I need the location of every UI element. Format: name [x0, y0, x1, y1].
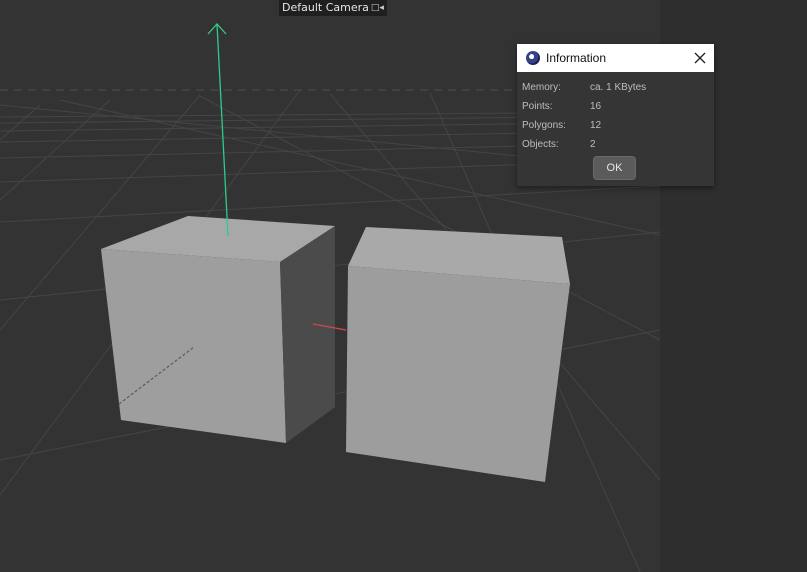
camera-icon: □◂: [370, 3, 384, 13]
ok-button[interactable]: OK: [593, 156, 636, 180]
cube-right-front-face: [346, 266, 570, 482]
info-label: Objects:: [522, 139, 559, 150]
info-value: 12: [590, 120, 602, 131]
cube-right[interactable]: [346, 227, 570, 482]
camera-label-text: Default Camera: [282, 1, 369, 14]
cube-left[interactable]: [101, 216, 335, 443]
cube-left-front-face: [101, 249, 286, 443]
info-label: Memory:: [522, 82, 561, 93]
info-label: Points:: [522, 101, 553, 112]
info-row-points: Points: 16: [522, 97, 714, 116]
info-label: Polygons:: [522, 120, 566, 131]
info-value: 2: [590, 139, 596, 150]
cube-left-side-face: [280, 226, 335, 443]
dialog-titlebar[interactable]: Information: [517, 44, 714, 72]
info-row-polygons: Polygons: 12: [522, 116, 714, 135]
information-dialog: Information Memory: ca. 1 KBytes Points:…: [517, 44, 714, 186]
cinema4d-logo-icon: [526, 51, 540, 65]
info-row-memory: Memory: ca. 1 KBytes: [522, 78, 714, 97]
dialog-body: Memory: ca. 1 KBytes Points: 16 Polygons…: [517, 72, 714, 154]
dialog-title: Information: [546, 51, 607, 65]
info-row-objects: Objects: 2: [522, 135, 714, 154]
y-axis-arrow[interactable]: [207, 23, 229, 237]
close-icon: [694, 52, 706, 64]
info-value: 16: [590, 101, 602, 112]
close-button[interactable]: [692, 50, 708, 66]
info-value: ca. 1 KBytes: [590, 82, 647, 93]
camera-selector[interactable]: Default Camera □◂: [279, 0, 387, 16]
